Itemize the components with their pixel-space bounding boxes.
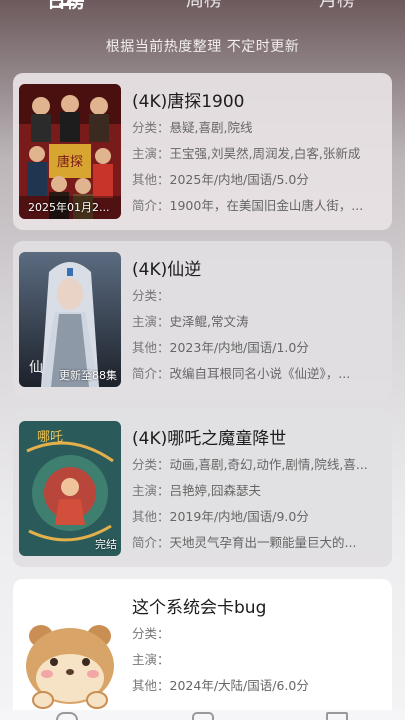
- summary-label: 简介：: [132, 198, 170, 213]
- category-value: 悬疑,喜剧,院线: [169, 120, 253, 135]
- cast-label: 主演：: [132, 483, 170, 498]
- other-label: 其他：: [132, 172, 170, 187]
- ranking-tabs: 日榜 周榜 月榜: [0, 0, 405, 22]
- item-category: 分类：: [132, 623, 382, 642]
- other-value: 2024年/大陆/国语/6.0分: [169, 678, 309, 693]
- item-category: 分类：动画,喜剧,奇幻,动作,剧情,院线,喜...: [132, 454, 382, 473]
- summary-value: 1900年，在美国旧金山唐人街，...: [169, 198, 364, 213]
- item-cast: 主演：王宝强,刘昊然,周润发,白客,张新成: [132, 143, 382, 162]
- category-label: 分类：: [132, 457, 170, 472]
- item-cast: 主演：吕艳婷,囧森瑟夫: [132, 480, 382, 499]
- item-category: 分类：悬疑,喜剧,院线: [132, 117, 382, 136]
- svg-text:仙: 仙: [29, 360, 43, 376]
- item-other: 其他：2024年/大陆/国语/6.0分: [132, 675, 382, 694]
- active-tab-indicator: [59, 3, 75, 6]
- cast-label: 主演：: [132, 652, 170, 667]
- cast-value: 王宝强,刘昊然,周润发,白客,张新成: [169, 146, 361, 161]
- other-value: 2023年/内地/国语/1.0分: [169, 340, 309, 355]
- category-value: 动画,喜剧,奇幻,动作,剧情,院线,喜...: [169, 457, 368, 472]
- cast-label: 主演：: [132, 146, 170, 161]
- svg-text:哪吒: 哪吒: [37, 430, 63, 445]
- category-label: 分类：: [132, 288, 170, 303]
- cast-value: 史泽鲲,常文涛: [169, 314, 249, 329]
- item-other: 其他：2023年/内地/国语/1.0分: [132, 337, 382, 356]
- tab-monthly[interactable]: 月榜: [319, 0, 355, 12]
- poster-image: 唐探 2025年01月2...: [19, 84, 121, 219]
- list-item[interactable]: 哪吒 完结 (4K)哪吒之魔童降世 分类：动画,喜剧,奇幻,动作,剧情,院线,喜…: [13, 410, 392, 567]
- item-title: 这个系统会卡bug: [132, 598, 267, 618]
- summary-label: 简介：: [132, 366, 170, 381]
- summary-label: 简介：: [132, 535, 170, 550]
- item-other: 其他：2019年/内地/国语/9.0分: [132, 506, 382, 525]
- poster-image: 仙 更新至88集: [19, 252, 121, 387]
- hamster-avatar-icon: [19, 590, 121, 720]
- other-label: 其他：: [132, 509, 170, 524]
- list-item[interactable]: 唐探 2025年01月2... (4K)唐探1900 分类：悬疑,喜剧,院线 主…: [13, 73, 392, 230]
- poster-badge: 更新至88集: [59, 369, 117, 382]
- item-other: 其他：2025年/内地/国语/5.0分: [132, 169, 382, 188]
- tab-weekly[interactable]: 周榜: [186, 0, 222, 12]
- svg-text:唐探: 唐探: [57, 154, 83, 170]
- category-label: 分类：: [132, 626, 170, 641]
- poster-badge: 2025年01月2...: [28, 201, 110, 214]
- item-summary: 简介：1900年，在美国旧金山唐人街，...: [132, 195, 382, 214]
- rank-nav-icon[interactable]: [192, 712, 214, 720]
- poster-badge: 完结: [95, 538, 117, 551]
- profile-nav-icon[interactable]: [326, 712, 348, 720]
- item-summary: 简介：天地灵气孕育出一颗能量巨大的...: [132, 532, 382, 551]
- list-item[interactable]: 这个系统会卡bug 分类： 主演： 其他：2024年/大陆/国语/6.0分: [13, 579, 392, 720]
- category-label: 分类：: [132, 120, 170, 135]
- item-title: (4K)仙逆: [132, 260, 202, 280]
- item-title: (4K)哪吒之魔童降世: [132, 429, 287, 449]
- home-nav-icon[interactable]: [56, 712, 78, 720]
- other-value: 2019年/内地/国语/9.0分: [169, 509, 309, 524]
- poster-image: [19, 590, 121, 720]
- summary-value: 改编自耳根同名小说《仙逆》，...: [169, 366, 351, 381]
- other-label: 其他：: [132, 678, 170, 693]
- other-label: 其他：: [132, 340, 170, 355]
- item-category: 分类：: [132, 285, 382, 304]
- item-title: (4K)唐探1900: [132, 92, 245, 112]
- item-summary: 简介：改编自耳根同名小说《仙逆》，...: [132, 363, 382, 382]
- item-cast: 主演：: [132, 649, 382, 668]
- other-value: 2025年/内地/国语/5.0分: [169, 172, 309, 187]
- summary-value: 天地灵气孕育出一颗能量巨大的...: [169, 535, 357, 550]
- cast-label: 主演：: [132, 314, 170, 329]
- cast-value: 吕艳婷,囧森瑟夫: [169, 483, 261, 498]
- list-item[interactable]: 仙 更新至88集 (4K)仙逆 分类： 主演：史泽鲲,常文涛 其他：2023年/…: [13, 241, 392, 398]
- item-cast: 主演：史泽鲲,常文涛: [132, 311, 382, 330]
- tab-daily[interactable]: 日榜: [47, 0, 85, 13]
- poster-image: 哪吒 完结: [19, 421, 121, 556]
- ranking-subtitle: 根据当前热度整理 不定时更新: [105, 39, 300, 55]
